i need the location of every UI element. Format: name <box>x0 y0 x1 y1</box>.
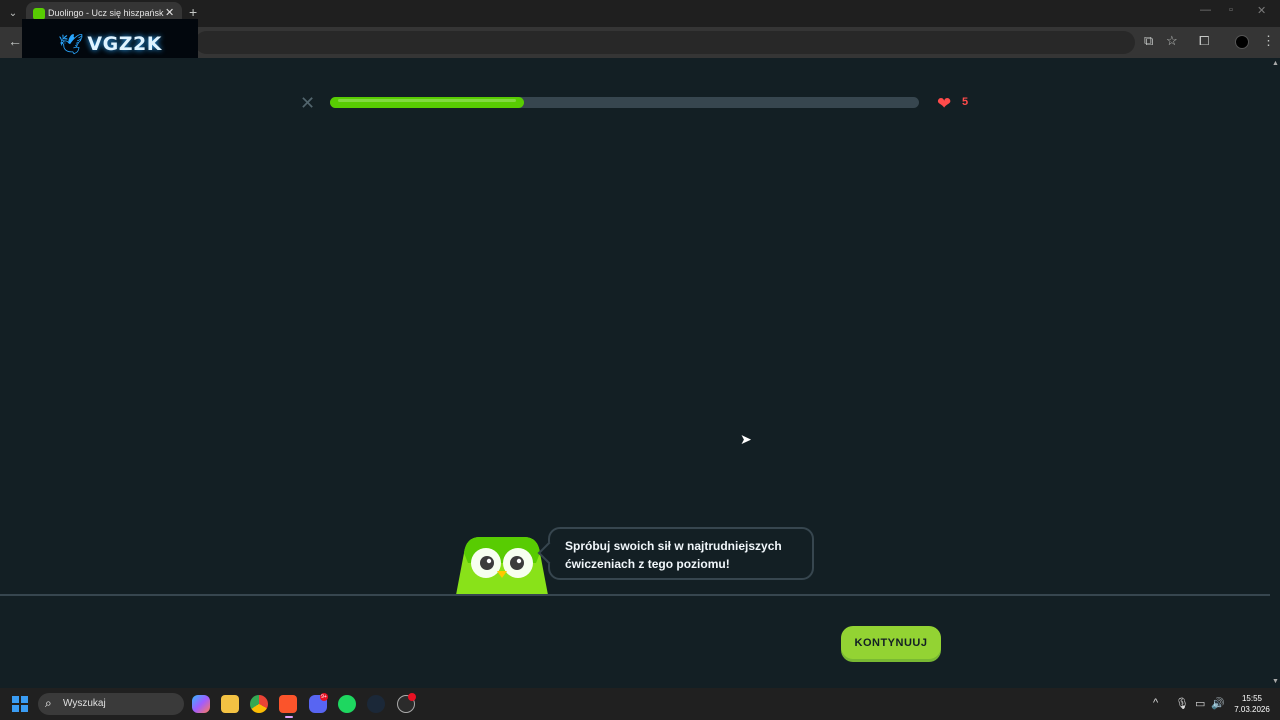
search-placeholder: Wyszukaj <box>63 698 106 709</box>
window-close-icon[interactable]: ✕ <box>1257 4 1266 17</box>
speech-bubble: Spróbuj swoich sił w najtrudniejszych ćw… <box>548 527 814 580</box>
active-app-indicator <box>285 716 293 718</box>
clock-time: 15:55 <box>1241 694 1263 703</box>
steam-icon[interactable] <box>367 695 385 713</box>
quit-lesson-close-icon[interactable]: ✕ <box>300 93 315 114</box>
page-scrollbar[interactable] <box>1270 58 1280 688</box>
browser-menu-icon[interactable]: ⋮ <box>1262 33 1275 49</box>
search-icon: ⌕ <box>45 696 52 710</box>
mouse-cursor-icon: ➤ <box>740 431 752 447</box>
lesson-page: ✕ ❤ 5 ➤ Spróbuj swoich sił w najtrudniej… <box>0 58 1270 688</box>
file-explorer-icon[interactable] <box>221 695 239 713</box>
clock-date: 7.03.2026 <box>1234 705 1270 714</box>
scroll-down-icon[interactable]: ▼ <box>1272 678 1279 685</box>
taskbar-clock[interactable]: 15:55 7.03.2026 <box>1230 693 1274 715</box>
bookmark-star-icon[interactable]: ☆ <box>1166 33 1178 49</box>
heart-icon: ❤ <box>937 94 952 113</box>
footer-divider <box>0 594 1270 596</box>
spotify-icon[interactable] <box>338 695 356 713</box>
tab-title: Duolingo - Ucz się hiszpańskiego <box>48 8 164 18</box>
taskbar-search-input[interactable]: ⌕ Wyszukaj <box>38 693 184 715</box>
install-app-icon[interactable]: ⧉ <box>1144 33 1153 49</box>
chrome-icon[interactable] <box>250 695 268 713</box>
microphone-icon[interactable]: 🎙 <box>1175 697 1189 710</box>
profile-avatar[interactable] <box>1235 35 1249 49</box>
tab-close-icon[interactable]: ✕ <box>165 6 174 19</box>
network-icon[interactable]: ▭ <box>1195 697 1205 710</box>
discord-notification-badge: 9+ <box>320 693 328 701</box>
extensions-icon[interactable]: ⧠ <box>1199 33 1209 49</box>
notification-badge <box>408 693 416 701</box>
overlay-logo-text: VGZ2K <box>87 33 162 55</box>
hearts-count: 5 <box>962 96 969 108</box>
continue-button[interactable]: KONTYNUUJ <box>841 626 941 659</box>
lesson-progress-fill <box>330 97 525 108</box>
tray-chevron-up-icon[interactable]: ^ <box>1153 697 1158 709</box>
brave-browser-icon[interactable] <box>279 695 297 713</box>
new-tab-icon[interactable]: + <box>189 4 197 20</box>
scroll-up-icon[interactable]: ▲ <box>1272 60 1279 67</box>
twitter-bird-icon: 🕊 <box>58 33 84 56</box>
volume-icon[interactable]: 🔊 <box>1211 697 1225 710</box>
windows-start-icon[interactable] <box>12 696 28 712</box>
tab-search-icon[interactable]: ⌄ <box>4 5 22 23</box>
copilot-icon[interactable] <box>192 695 210 713</box>
speech-bubble-text: Spróbuj swoich sił w najtrudniejszych ćw… <box>565 539 782 571</box>
duo-owl-mascot <box>456 537 548 595</box>
maximize-icon[interactable]: ▫ <box>1229 4 1233 16</box>
windows-taskbar: ⌕ Wyszukaj 9+ ^ 🎙 ▭ 🔊 15:55 7.03.2026 <box>0 688 1280 720</box>
back-arrow-icon[interactable]: ← <box>8 33 22 49</box>
lesson-progress-bar <box>330 97 919 108</box>
minimize-icon[interactable]: — <box>1200 4 1211 16</box>
address-bar[interactable] <box>195 31 1135 54</box>
